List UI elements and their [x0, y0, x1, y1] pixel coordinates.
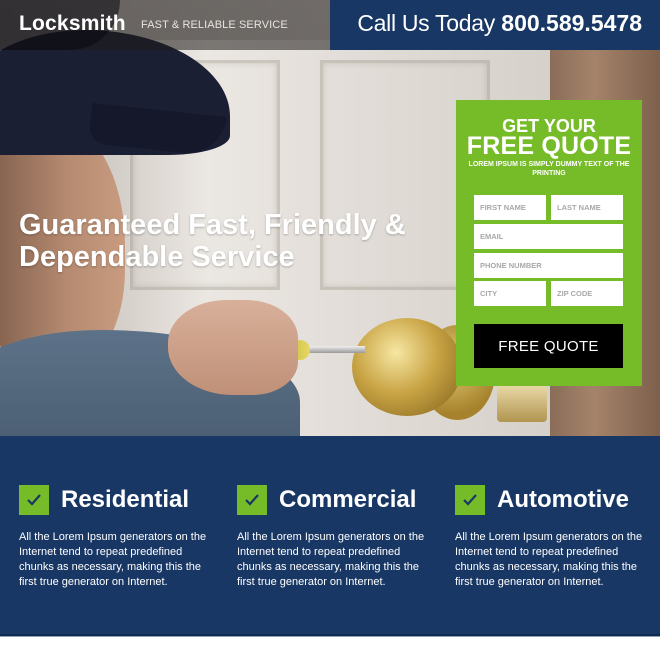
check-icon [19, 485, 49, 515]
phone-number-input[interactable] [474, 253, 623, 278]
door-knob [352, 318, 462, 416]
last-name-input[interactable] [551, 195, 623, 220]
email-input[interactable] [474, 224, 623, 249]
first-name-input[interactable] [474, 195, 546, 220]
free-quote-button[interactable]: FREE QUOTE [474, 324, 623, 368]
check-icon [455, 485, 485, 515]
quote-form: GET YOUR FREE QUOTE LOREM IPSUM IS SIMPL… [456, 100, 642, 386]
phone-number-link[interactable]: 800.589.5478 [501, 10, 642, 36]
tagline: FAST & RELIABLE SERVICE [141, 19, 288, 31]
screwdriver-shaft [305, 346, 365, 353]
door-latch [497, 386, 547, 422]
feature-description: All the Lorem Ipsum generators on the In… [237, 531, 425, 588]
form-subtitle: LOREM IPSUM IS SIMPLY DUMMY TEXT OF THE … [468, 161, 630, 177]
feature-title: Commercial [279, 486, 417, 513]
hero-headline: Guaranteed Fast, Friendly & Dependable S… [19, 209, 406, 273]
feature-title: Automotive [497, 486, 629, 513]
locksmith-hand [168, 300, 298, 395]
features-section: Residential All the Lorem Ipsum generato… [0, 436, 660, 636]
form-title-line2: FREE QUOTE [466, 132, 632, 160]
city-input[interactable] [474, 281, 546, 306]
call-label: Call Us Today [357, 10, 495, 36]
feature-description: All the Lorem Ipsum generators on the In… [19, 531, 207, 588]
section-divider [0, 636, 660, 637]
check-icon [237, 485, 267, 515]
feature-title: Residential [61, 486, 190, 513]
call-us: Call Us Today 800.589.5478 [357, 10, 642, 37]
zip-code-input[interactable] [551, 281, 623, 306]
feature-description: All the Lorem Ipsum generators on the In… [455, 531, 643, 588]
logo[interactable]: Locksmith [19, 12, 126, 36]
